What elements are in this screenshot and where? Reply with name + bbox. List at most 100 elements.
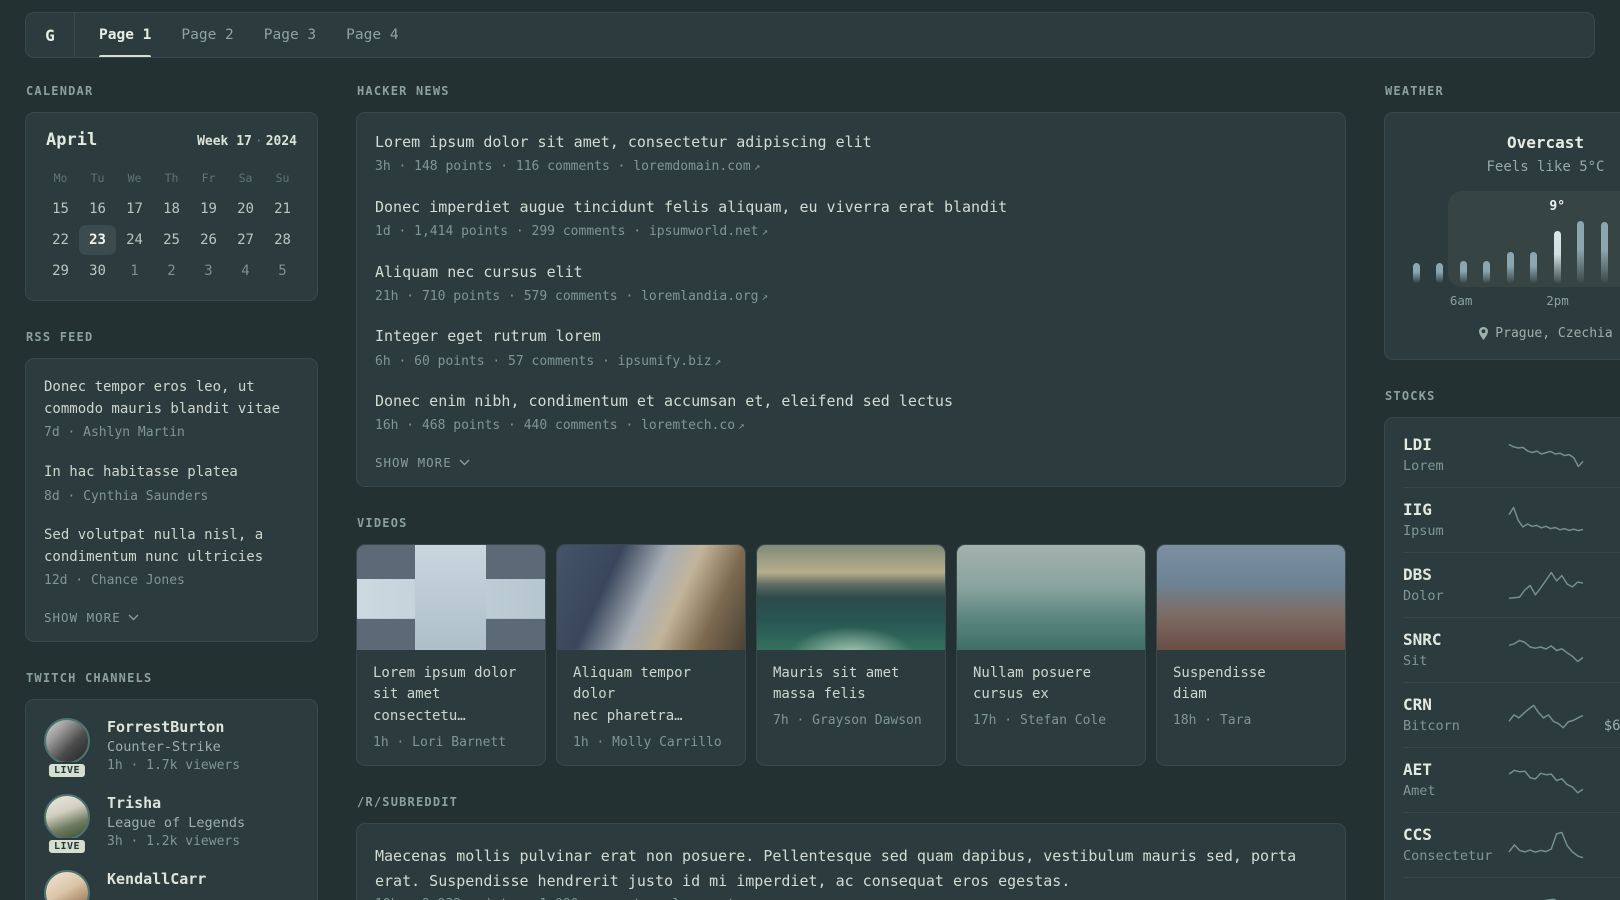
calendar-day: 24 bbox=[126, 232, 143, 248]
reddit-post-title[interactable]: Maecenas mollis pulvinar erat non posuer… bbox=[375, 844, 1327, 894]
rss-item: Donec tempor eros leo, ut commodo mauris… bbox=[44, 377, 299, 443]
temperature-bar bbox=[1459, 221, 1467, 283]
video-thumbnail[interactable] bbox=[357, 544, 545, 650]
stock-price: $156.28 bbox=[1586, 588, 1620, 604]
hn-item-title[interactable]: Lorem ipsum dolor sit amet, consectetur … bbox=[375, 131, 1327, 154]
stock-row[interactable]: SNRC Sit +1.36% $148.64 bbox=[1403, 617, 1620, 682]
page-tab[interactable]: Page 4 bbox=[346, 13, 398, 57]
stock-row[interactable]: CCS Consectetur +0.51% $165.84 bbox=[1403, 812, 1620, 877]
hn-item-domain-link[interactable]: loremdomain.com bbox=[633, 159, 750, 174]
twitch-channel-list: LIVE ForrestBurton Counter-Strike 1h · 1… bbox=[44, 717, 299, 900]
hn-item: Aliquam nec cursus elit 21h · 710 points… bbox=[375, 261, 1327, 307]
hn-item-title[interactable]: Donec imperdiet augue tincidunt felis al… bbox=[375, 196, 1327, 219]
week-number: Week 17 bbox=[197, 134, 252, 149]
hn-item-title[interactable]: Donec enim nibh, condimentum et accumsan… bbox=[375, 390, 1327, 413]
weekday-label: Fr bbox=[201, 171, 216, 185]
stock-symbol: DBS bbox=[1403, 565, 1432, 584]
video-meta: 1h · Lori Barnett bbox=[373, 734, 507, 750]
video-title[interactable]: Mauris sit amet massa felis bbox=[773, 663, 929, 706]
twitch-channel-row[interactable]: LIVE Trisha League of Legends 3h · 1.2k … bbox=[44, 793, 299, 855]
hn-item-domain-link[interactable]: ipsumify.biz bbox=[618, 354, 712, 369]
video-thumbnail[interactable] bbox=[757, 544, 945, 650]
weather-widget: WEATHER Overcast Feels like 5°C 9° 6am 2… bbox=[1384, 84, 1620, 360]
video-thumbnail[interactable] bbox=[557, 544, 745, 650]
right-column: WEATHER Overcast Feels like 5°C 9° 6am 2… bbox=[1384, 84, 1620, 900]
video-thumbnail[interactable] bbox=[1157, 544, 1345, 650]
video-card[interactable]: Nullam posuere cursus ex 17h · Stefan Co… bbox=[956, 543, 1146, 766]
hn-item-domain-link[interactable]: loremlandia.org bbox=[641, 289, 758, 304]
stock-row[interactable]: AHS +0.46% bbox=[1403, 877, 1620, 900]
channel-avatar bbox=[44, 717, 90, 764]
external-link-icon: ↗ bbox=[761, 225, 769, 238]
videos-carousel: Lorem ipsum dolor sit amet consectetu… 1… bbox=[356, 543, 1346, 766]
twitch-channel-row[interactable]: KendallCarr bbox=[44, 869, 299, 900]
stock-sparkline bbox=[1508, 443, 1584, 467]
channel-avatar bbox=[44, 869, 90, 900]
time-tick: 2pm bbox=[1546, 293, 1569, 308]
hn-item-domain-link[interactable]: loremtech.co bbox=[641, 418, 735, 433]
hn-item-meta: 3h · 148 points · 116 comments · loremdo… bbox=[375, 157, 1327, 177]
location-pin-icon bbox=[1479, 326, 1489, 340]
hn-item-title[interactable]: Integer eget rutrum lorem bbox=[375, 325, 1327, 348]
channel-name[interactable]: ForrestBurton bbox=[107, 718, 240, 736]
hacker-news-heading: HACKER NEWS bbox=[357, 84, 450, 98]
stock-row[interactable]: AET Amet +0.92% $499.72 bbox=[1403, 747, 1620, 812]
video-card[interactable]: Mauris sit amet massa felis 7h · Grayson… bbox=[756, 543, 946, 766]
calendar-widget: CALENDAR April Week 17 · 2024 Mo Tu We Th Fr Sa… bbox=[25, 84, 318, 301]
live-badge: LIVE bbox=[46, 837, 88, 855]
stock-row[interactable]: CRN Bitcorn -1.00% $66,171.48 bbox=[1403, 682, 1620, 747]
rss-show-more-button[interactable]: SHOW MORE bbox=[44, 610, 299, 625]
videos-widget: VIDEOS Lorem ipsum dolor sit amet consec… bbox=[356, 516, 1346, 766]
page-tab[interactable]: Page 2 bbox=[181, 13, 233, 57]
twitch-channel-row[interactable]: LIVE ForrestBurton Counter-Strike 1h · 1… bbox=[44, 717, 299, 779]
stock-symbol: IIG bbox=[1403, 500, 1432, 519]
video-card[interactable]: Suspendisse diam 18h · Tara bbox=[1156, 543, 1346, 766]
calendar-day: 30 bbox=[89, 263, 106, 279]
video-title[interactable]: Suspendisse diam bbox=[1173, 663, 1329, 706]
rss-item-title[interactable]: In hac habitasse platea bbox=[44, 462, 299, 484]
stock-sparkline bbox=[1507, 831, 1583, 858]
twitch-card: LIVE ForrestBurton Counter-Strike 1h · 1… bbox=[25, 698, 318, 900]
hn-show-more-button[interactable]: SHOW MORE bbox=[375, 455, 1327, 470]
stock-name: Lorem bbox=[1403, 458, 1444, 474]
chevron-down-icon bbox=[128, 614, 139, 621]
hn-item-domain-link[interactable]: ipsumworld.net bbox=[649, 224, 759, 239]
page-tab[interactable]: Page 3 bbox=[264, 13, 316, 57]
stock-sparkline bbox=[1508, 639, 1583, 662]
stock-price: $795.18 bbox=[1586, 458, 1620, 474]
temperature-bar bbox=[1577, 221, 1585, 283]
stock-change-percent: +0.92% bbox=[1586, 761, 1620, 779]
hn-item: Donec imperdiet augue tincidunt felis al… bbox=[375, 196, 1327, 242]
weekday-label: Sa bbox=[238, 171, 253, 185]
page-tab[interactable]: Page 1 bbox=[99, 13, 152, 57]
rss-item-title[interactable]: Sed volutpat nulla nisl, a condimentum n… bbox=[44, 525, 299, 568]
video-title[interactable]: Lorem ipsum dolor sit amet consectetu… bbox=[373, 663, 529, 728]
rss-list: Donec tempor eros leo, ut commodo mauris… bbox=[44, 377, 299, 591]
stock-price: $42.04 bbox=[1586, 523, 1620, 539]
video-title[interactable]: Nullam posuere cursus ex bbox=[973, 663, 1129, 706]
channel-viewers: 1h · 1.7k viewers bbox=[107, 757, 241, 773]
rss-item-title[interactable]: Donec tempor eros leo, ut commodo mauris… bbox=[44, 377, 299, 420]
video-card[interactable]: Aliquam tempor dolor nec pharetra… 1h · … bbox=[556, 543, 746, 766]
channel-name[interactable]: KendallCarr bbox=[107, 870, 206, 888]
calendar-day: 22 bbox=[52, 232, 69, 248]
calendar-day: 3 bbox=[204, 263, 213, 279]
channel-game: League of Legends bbox=[107, 814, 246, 831]
hn-item-title[interactable]: Aliquam nec cursus elit bbox=[375, 261, 1327, 284]
rss-item-meta: 12d · Chance Jones bbox=[44, 573, 185, 589]
calendar-day: 4 bbox=[241, 263, 250, 279]
chevron-down-icon bbox=[459, 459, 470, 466]
external-link-icon: ↗ bbox=[761, 289, 769, 303]
app-logo[interactable]: G bbox=[26, 13, 75, 57]
video-title[interactable]: Aliquam tempor dolor nec pharetra… bbox=[573, 663, 729, 728]
stock-row[interactable]: DBS Dolor +1.42% $156.28 bbox=[1403, 552, 1620, 617]
stocks-widget: STOCKS LDI Lorem +4.35% $795.18 bbox=[1384, 389, 1620, 900]
weather-location[interactable]: Prague, Czechia bbox=[1407, 326, 1620, 341]
video-thumbnail[interactable] bbox=[957, 544, 1145, 650]
external-link-icon: ↗ bbox=[738, 419, 745, 433]
stock-row[interactable]: IIG Ipsum +2.84% $42.04 bbox=[1403, 487, 1620, 552]
video-card[interactable]: Lorem ipsum dolor sit amet consectetu… 1… bbox=[356, 543, 546, 766]
stock-row[interactable]: LDI Lorem +4.35% $795.18 bbox=[1403, 423, 1620, 487]
channel-name[interactable]: Trisha bbox=[107, 794, 245, 812]
stocks-heading: STOCKS bbox=[1385, 389, 1436, 403]
